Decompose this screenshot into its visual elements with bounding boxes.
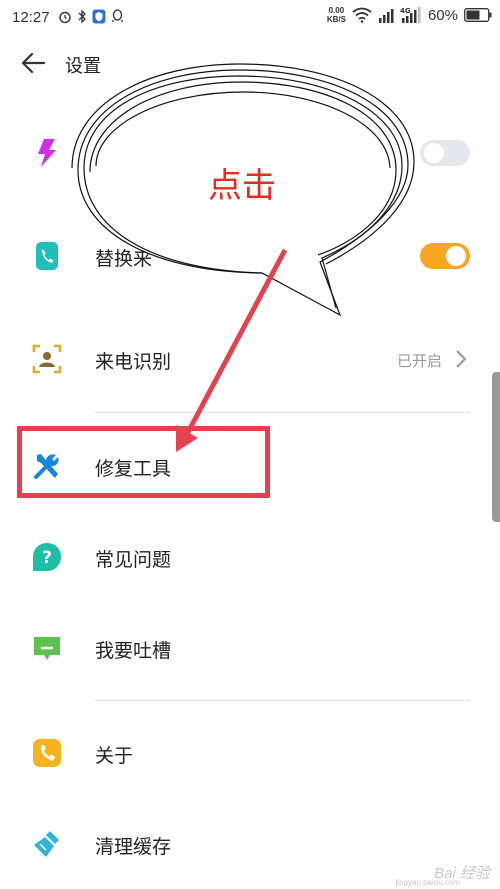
network-speed: 0.00 KB/S (326, 6, 346, 24)
status-time: 12:27 (12, 9, 50, 26)
chevron-right-icon (456, 350, 467, 368)
clean-icon (34, 831, 59, 857)
lightning-toggle[interactable] (420, 140, 470, 166)
feedback-icon (34, 637, 60, 660)
annotation-highlight-box (17, 426, 270, 498)
phone-icon (36, 242, 58, 270)
question-icon: ? (33, 543, 61, 571)
status-right-icons: 0.00 KB/S 4G 60% (327, 6, 492, 24)
svg-text:4G: 4G (400, 7, 411, 15)
caller-id-icon (32, 344, 62, 374)
signal-4g-icon: 4G (400, 7, 421, 23)
settings-item-label: 我要吐槽 (95, 641, 172, 662)
settings-item-about[interactable]: 关于 (0, 713, 500, 793)
battery-icon (464, 8, 492, 22)
qq-icon (111, 9, 124, 23)
replace-toggle[interactable] (420, 243, 470, 269)
status-bar: 12:27 0.00 KB/S 4G 60% (0, 0, 500, 36)
settings-item-label: 替换来 (95, 249, 153, 270)
bluetooth-icon (78, 9, 86, 24)
scroll-handle[interactable] (492, 372, 500, 522)
status-left-icons (58, 9, 124, 24)
settings-item-label: 关于 (95, 746, 134, 767)
signal-icon (378, 8, 394, 23)
caller-id-status: 已开启 (396, 353, 442, 370)
settings-item-replace[interactable]: 替换来 (0, 216, 500, 296)
annotation-bubble-text: 点击 (208, 166, 276, 206)
watermark-url: jingyan.baidu.com (395, 878, 460, 887)
page-title: 设置 (65, 56, 101, 76)
battery-percent: 60% (427, 6, 458, 24)
header: 设置 (0, 40, 500, 86)
settings-item-label: 常见问题 (95, 550, 172, 571)
lightning-icon (38, 139, 56, 167)
settings-item-faq[interactable]: ? 常见问题 (0, 517, 500, 597)
back-arrow-icon[interactable] (20, 50, 46, 76)
settings-item-label: 清理缓存 (95, 837, 172, 858)
shield-icon (92, 9, 106, 24)
settings-item-feedback[interactable]: 我要吐槽 (0, 608, 500, 688)
about-icon (33, 739, 61, 767)
settings-item-caller-id[interactable]: 来电识别 已开启 (0, 319, 500, 399)
svg-text:?: ? (42, 548, 52, 568)
toggle-knob (424, 143, 444, 163)
divider (95, 700, 470, 701)
divider (95, 412, 470, 413)
toggle-knob (446, 246, 466, 266)
settings-item-label: 来电识别 (95, 352, 172, 373)
settings-item-clear-cache[interactable]: 清理缓存 (0, 804, 500, 884)
alarm-icon (59, 11, 71, 23)
wifi-icon (352, 7, 372, 23)
